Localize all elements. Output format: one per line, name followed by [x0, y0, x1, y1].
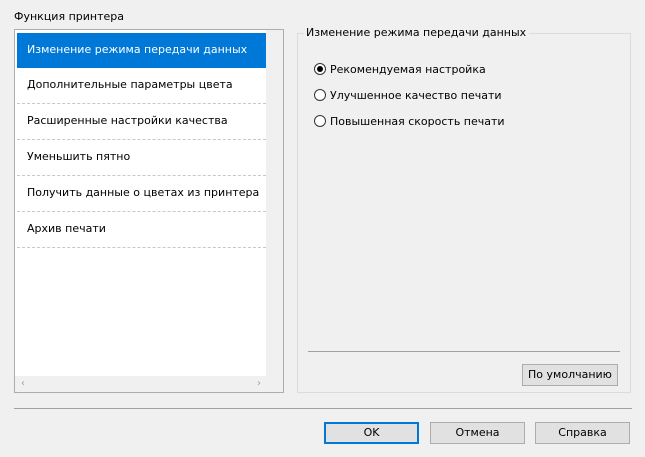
- vertical-scrollbar[interactable]: [266, 30, 283, 376]
- radio-label[interactable]: Повышенная скорость печати: [330, 115, 505, 128]
- radio-button-icon[interactable]: [314, 63, 326, 75]
- group-divider: [308, 351, 620, 352]
- radio-button-icon[interactable]: [314, 89, 326, 101]
- ok-button[interactable]: OK: [324, 422, 419, 444]
- scrollbar-corner: [266, 375, 283, 392]
- dialog-divider: [14, 408, 632, 409]
- radio-improved-quality[interactable]: Улучшенное качество печати: [314, 88, 502, 102]
- radio-faster-speed[interactable]: Повышенная скорость печати: [314, 114, 505, 128]
- group-legend: Изменение режима передачи данных: [304, 26, 530, 39]
- function-list-items: Изменение режима передачи данных Дополни…: [15, 30, 267, 376]
- help-button[interactable]: Справка: [535, 422, 630, 444]
- default-button[interactable]: По умолчанию: [522, 364, 618, 386]
- function-list[interactable]: Изменение режима передачи данных Дополни…: [14, 29, 284, 393]
- horizontal-scrollbar[interactable]: ‹ ›: [15, 376, 267, 392]
- radio-recommended[interactable]: Рекомендуемая настройка: [314, 62, 486, 76]
- list-item-color-data[interactable]: Получить данные о цветах из принтера: [17, 176, 266, 212]
- transfer-mode-group: [297, 33, 631, 393]
- list-item-quality-settings[interactable]: Расширенные настройки качества: [17, 104, 266, 140]
- list-item-print-archive[interactable]: Архив печати: [17, 212, 266, 248]
- cancel-button[interactable]: Отмена: [430, 422, 525, 444]
- scroll-right-icon[interactable]: ›: [251, 376, 267, 392]
- list-item-transfer-mode[interactable]: Изменение режима передачи данных: [17, 33, 266, 68]
- section-title: Функция принтера: [14, 10, 124, 23]
- radio-label[interactable]: Рекомендуемая настройка: [330, 63, 486, 76]
- scroll-left-icon[interactable]: ‹: [15, 376, 31, 392]
- radio-button-icon[interactable]: [314, 115, 326, 127]
- list-item-color-options[interactable]: Дополнительные параметры цвета: [17, 68, 266, 104]
- list-item-reduce-smudge[interactable]: Уменьшить пятно: [17, 140, 266, 176]
- radio-label[interactable]: Улучшенное качество печати: [330, 89, 502, 102]
